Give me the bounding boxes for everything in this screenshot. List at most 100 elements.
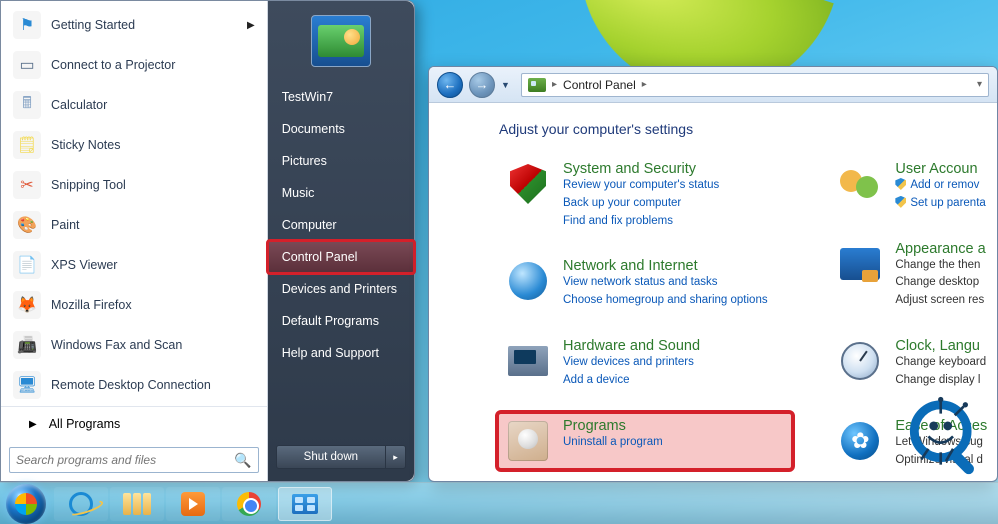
explorer-nav-bar: ← → ▼ ▸ Control Panel ▸ ▾ [429, 67, 997, 103]
control-panel-heading: Adjust your computer's settings [499, 121, 997, 137]
taskbar [0, 482, 998, 524]
category-link[interactable]: Add a device [563, 372, 700, 390]
category-hardware-and-sound[interactable]: Hardware and SoundView devices and print… [499, 334, 791, 394]
breadcrumb-item[interactable]: Control Panel [563, 78, 636, 92]
taskbar-media-player-button[interactable] [166, 487, 220, 521]
explorer-icon [123, 493, 151, 515]
shutdown-label: Shut down [304, 451, 358, 463]
category-link[interactable]: Change desktop [895, 274, 985, 292]
taskbar-chrome-button[interactable] [222, 487, 276, 521]
category-link[interactable]: Set up parenta [895, 195, 985, 213]
breadcrumb-separator: ▸ [552, 79, 557, 90]
start-right-music[interactable]: Music [268, 177, 414, 209]
category-clock-langu[interactable]: Clock, LanguChange keyboardChange displa… [831, 334, 997, 394]
category-title[interactable]: Programs [563, 418, 663, 434]
address-bar[interactable]: ▸ Control Panel ▸ ▾ [521, 73, 989, 97]
category-link[interactable]: Change the then [895, 257, 985, 275]
start-menu-item-connect-to-a-projector[interactable]: ▭ Connect to a Projector [1, 45, 267, 85]
start-menu-item-sticky-notes[interactable]: 🗒Sticky Notes [1, 125, 267, 165]
start-menu-item-label: Mozilla Firefox [51, 298, 132, 312]
start-right-control-panel[interactable]: Control Panel [268, 241, 414, 273]
fax-icon: 📠 [13, 331, 41, 359]
ease-icon: ✿ [837, 418, 883, 464]
category-system-and-security[interactable]: System and SecurityReview your computer'… [499, 157, 791, 234]
category-programs[interactable]: ProgramsUninstall a program [499, 414, 791, 468]
start-menu-item-label: Connect to a Projector [51, 58, 175, 72]
watermark-icon [902, 396, 990, 484]
control-panel-icon [528, 78, 546, 92]
shutdown-split-button[interactable]: Shut down ▸ [276, 445, 406, 469]
category-user-accoun[interactable]: User AccounAdd or removSet up parenta [831, 157, 997, 217]
start-menu-item-calculator[interactable]: 🖩Calculator [1, 85, 267, 125]
start-menu-program-list: ⚑Getting Started▶ ▭ Connect to a Projector… [1, 1, 267, 400]
category-network-and-internet[interactable]: Network and InternetView network status … [499, 254, 791, 314]
start-menu-left-pane: ⚑Getting Started▶ ▭ Connect to a Projector… [1, 1, 268, 481]
taskbar-control-panel-button[interactable] [278, 487, 332, 521]
start-menu-item-paint[interactable]: 🎨 Paint [1, 205, 267, 245]
start-menu-item-windows-fax-and-scan[interactable]: 📠 Windows Fax and Scan [1, 325, 267, 365]
category-link[interactable]: Uninstall a program [563, 434, 663, 452]
start-menu-item-label: Windows Fax and Scan [51, 338, 182, 352]
start-right-pictures[interactable]: Pictures [268, 145, 414, 177]
start-menu-item-remote-desktop-connection[interactable]: 🖥Remote Desktop Connection [1, 365, 267, 400]
start-right-devices-and-printers[interactable]: Devices and Printers [268, 273, 414, 305]
breadcrumb-separator: ▸ [642, 79, 647, 90]
category-link[interactable]: Back up your computer [563, 195, 719, 213]
xps-icon: 📄 [13, 251, 41, 279]
start-menu-item-label: Sticky Notes [51, 138, 120, 152]
shield-icon [505, 161, 551, 207]
taskbar-explorer-button[interactable] [110, 487, 164, 521]
taskbar-ie-button[interactable] [54, 487, 108, 521]
category-link[interactable]: View network status and tasks [563, 274, 768, 292]
category-link[interactable]: Adjust screen res [895, 292, 985, 310]
start-menu-item-mozilla-firefox[interactable]: 🦊Mozilla Firefox [1, 285, 267, 325]
start-right-documents[interactable]: Documents [268, 113, 414, 145]
shutdown-options-dropdown[interactable]: ▸ [386, 445, 406, 469]
ie-icon [69, 492, 93, 516]
control-panel-icon [292, 494, 318, 514]
category-title[interactable]: System and Security [563, 161, 719, 177]
category-link[interactable]: View devices and printers [563, 354, 700, 372]
nav-forward-button[interactable]: → [469, 72, 495, 98]
all-programs-button[interactable]: ▶ All Programs [1, 406, 267, 441]
hw-icon [505, 338, 551, 384]
start-right-help-and-support[interactable]: Help and Support [268, 337, 414, 369]
start-button[interactable] [6, 484, 46, 524]
start-menu-item-snipping-tool[interactable]: ✂Snipping Tool [1, 165, 267, 205]
category-link[interactable]: Change display l [895, 372, 986, 390]
category-link[interactable]: Add or remov [895, 177, 985, 195]
start-right-computer[interactable]: Computer [268, 209, 414, 241]
paint-icon: 🎨 [13, 211, 41, 239]
start-menu-item-label: Paint [51, 218, 80, 232]
start-right-testwin7[interactable]: TestWin7 [268, 81, 414, 113]
user-picture-icon[interactable] [311, 15, 371, 67]
start-menu: ⚑Getting Started▶ ▭ Connect to a Projector… [0, 0, 415, 482]
category-appearance-a[interactable]: Appearance aChange the thenChange deskto… [831, 237, 997, 314]
category-link[interactable]: Review your computer's status [563, 177, 719, 195]
start-menu-item-label: Remote Desktop Connection [51, 378, 211, 392]
clock-icon [837, 338, 883, 384]
start-right-default-programs[interactable]: Default Programs [268, 305, 414, 337]
category-link[interactable]: Choose homegroup and sharing options [563, 292, 768, 310]
net-icon [505, 258, 551, 304]
category-title[interactable]: Appearance a [895, 241, 985, 257]
uac-shield-icon [895, 196, 906, 208]
nav-history-dropdown[interactable]: ▼ [501, 80, 515, 90]
appr-icon [837, 241, 883, 287]
address-dropdown-icon[interactable]: ▾ [977, 79, 982, 90]
start-menu-item-getting-started[interactable]: ⚑Getting Started▶ [1, 5, 267, 45]
start-menu-search[interactable]: 🔍 [9, 447, 259, 473]
category-title[interactable]: Clock, Langu [895, 338, 986, 354]
category-title[interactable]: User Accoun [895, 161, 985, 177]
category-title[interactable]: Network and Internet [563, 258, 768, 274]
category-link[interactable]: Change keyboard [895, 354, 986, 372]
shutdown-button[interactable]: Shut down [276, 445, 386, 469]
search-input[interactable] [16, 453, 228, 467]
submenu-arrow-icon: ▶ [247, 20, 255, 31]
projector-icon: ▭ [13, 51, 41, 79]
uac-shield-icon [895, 178, 906, 190]
category-link[interactable]: Find and fix problems [563, 213, 719, 231]
category-title[interactable]: Hardware and Sound [563, 338, 700, 354]
start-menu-item-xps-viewer[interactable]: 📄XPS Viewer [1, 245, 267, 285]
nav-back-button[interactable]: ← [437, 72, 463, 98]
